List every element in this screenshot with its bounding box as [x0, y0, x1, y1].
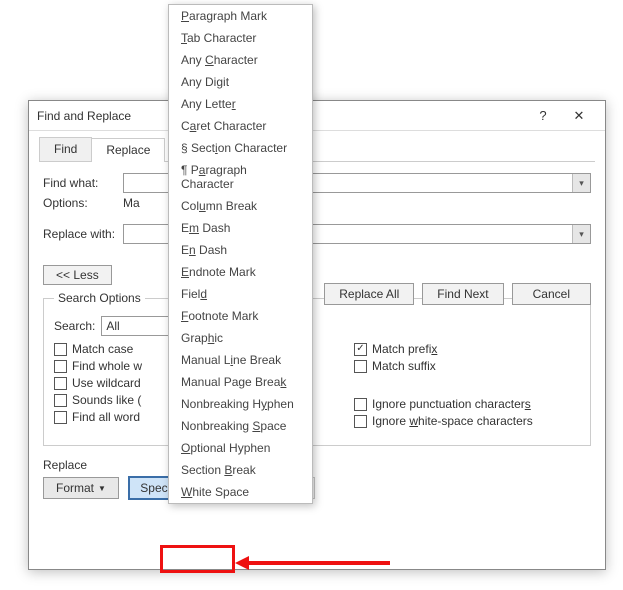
help-button[interactable]: ? — [525, 104, 561, 128]
find-next-button[interactable]: Find Next — [422, 283, 503, 305]
search-options-legend: Search Options — [54, 291, 145, 305]
menu-item-any-digit[interactable]: Any Digit — [169, 71, 312, 93]
checkbox-box — [354, 360, 367, 373]
menu-item-field[interactable]: Field — [169, 283, 312, 305]
menu-item-manual-line-break[interactable]: Manual Line Break — [169, 349, 312, 371]
checkbox-match-prefix[interactable]: Match prefix — [354, 342, 580, 356]
checkbox-label: Find whole w — [72, 359, 142, 373]
menu-item-white-space[interactable]: White Space — [169, 481, 312, 503]
menu-item-em-dash[interactable]: Em Dash — [169, 217, 312, 239]
tab-label: Find — [54, 142, 77, 156]
options-label: Options: — [43, 196, 123, 210]
tab-find[interactable]: Find — [39, 137, 92, 161]
chevron-down-icon[interactable]: ▾ — [572, 225, 590, 243]
menu-item-manual-page-break[interactable]: Manual Page Break — [169, 371, 312, 393]
menu-item-footnote-mark[interactable]: Footnote Mark — [169, 305, 312, 327]
checkbox-box — [54, 343, 67, 356]
menu-item-any-character[interactable]: Any Character — [169, 49, 312, 71]
checkbox-box — [54, 377, 67, 390]
caret-down-icon: ▼ — [98, 484, 106, 493]
checkbox-label: Match case — [72, 342, 133, 356]
checkbox-label: Match prefix — [372, 342, 437, 356]
checkbox-ignore-punctuation[interactable]: Ignore punctuation characters — [354, 397, 580, 411]
button-label: Format — [56, 481, 94, 495]
checkbox-label: Find all word — [72, 410, 140, 424]
search-direction-label: Search: — [54, 319, 95, 333]
menu-item-en-dash[interactable]: En Dash — [169, 239, 312, 261]
checkbox-box — [54, 411, 67, 424]
replace-with-label: Replace with: — [43, 227, 123, 241]
find-replace-dialog: Find and Replace ? ✕ Find Replace Find w… — [28, 100, 606, 570]
replace-all-button[interactable]: Replace All — [324, 283, 414, 305]
menu-item-section-character[interactable]: § Section Character — [169, 137, 312, 159]
menu-item-paragraph-character[interactable]: ¶ Paragraph Character — [169, 159, 312, 195]
tab-replace[interactable]: Replace — [91, 138, 165, 162]
tab-strip: Find Replace — [39, 137, 595, 162]
dialog-content: Find what: ▾ Options: Ma Replace with: ▾… — [29, 162, 605, 508]
menu-item-graphic[interactable]: Graphic — [169, 327, 312, 349]
checkbox-label: Match suffix — [372, 359, 436, 373]
replace-section-label: Replace — [43, 458, 591, 472]
menu-item-caret-character[interactable]: Caret Character — [169, 115, 312, 137]
titlebar: Find and Replace ? ✕ — [29, 101, 605, 131]
menu-item-section-break[interactable]: Section Break — [169, 459, 312, 481]
close-button[interactable]: ✕ — [561, 104, 597, 128]
menu-item-optional-hyphen[interactable]: Optional Hyphen — [169, 437, 312, 459]
menu-item-tab-character[interactable]: Tab Character — [169, 27, 312, 49]
checkbox-ignore-whitespace[interactable]: Ignore white-space characters — [354, 414, 580, 428]
find-what-label: Find what: — [43, 176, 123, 190]
menu-item-endnote-mark[interactable]: Endnote Mark — [169, 261, 312, 283]
checkbox-box — [354, 415, 367, 428]
chevron-down-icon[interactable]: ▾ — [572, 174, 590, 192]
menu-item-any-letter[interactable]: Any Letter — [169, 93, 312, 115]
format-button[interactable]: Format ▼ — [43, 477, 119, 499]
search-direction-value: All — [106, 319, 119, 333]
checkbox-label: Ignore punctuation characters — [372, 397, 531, 411]
replace-formatting-section: Replace Format ▼ Special ▼ No Formatting — [43, 458, 591, 500]
cancel-button[interactable]: Cancel — [512, 283, 591, 305]
options-value: Ma — [123, 196, 140, 210]
menu-item-nonbreaking-hyphen[interactable]: Nonbreaking Hyphen — [169, 393, 312, 415]
checkbox-box — [54, 360, 67, 373]
search-options-group: Search Options Search: All ▾ Match case … — [43, 291, 591, 446]
menu-item-nonbreaking-space[interactable]: Nonbreaking Space — [169, 415, 312, 437]
less-button[interactable]: << Less — [43, 265, 112, 285]
menu-item-column-break[interactable]: Column Break — [169, 195, 312, 217]
checkbox-label: Sounds like ( — [72, 393, 141, 407]
action-button-row: Replace All Find Next Cancel — [324, 283, 591, 305]
tab-label: Replace — [106, 143, 150, 157]
checkbox-box — [354, 343, 367, 356]
checkbox-label: Ignore white-space characters — [372, 414, 533, 428]
menu-item-paragraph-mark[interactable]: Paragraph Mark — [169, 5, 312, 27]
checkbox-label: Use wildcard — [72, 376, 141, 390]
checkbox-match-suffix[interactable]: Match suffix — [354, 359, 580, 373]
special-menu-popup: Paragraph Mark Tab Character Any Charact… — [168, 4, 313, 504]
checkbox-box — [354, 398, 367, 411]
checkbox-box — [54, 394, 67, 407]
